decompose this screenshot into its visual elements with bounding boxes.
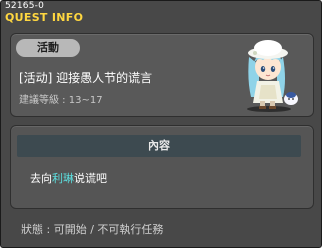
quest-name: [活动] 迎接愚人节的谎言 [19,71,153,85]
desc-prefix: 去向 [30,172,52,185]
quest-id: 52165-0 [5,1,45,11]
quest-info-window: 52165-0 QUEST INFO 活動 [活动] 迎接愚人节的谎言 建議等級… [0,0,322,248]
npc-portrait [239,35,303,113]
event-tag: 活動 [16,39,80,57]
content-heading: 內容 [17,135,301,157]
recommended-level: 建議等級 : 13~17 [19,95,103,106]
quest-status: 狀態 : 可開始 / 不可執行任務 [21,223,164,236]
window-title: QUEST INFO [5,11,84,24]
quest-description: 去向利琳说谎吧 [30,170,107,186]
npc-name-link[interactable]: 利琳 [52,172,74,185]
titlebar[interactable]: 52165-0 QUEST INFO [1,1,321,27]
desc-suffix: 说谎吧 [74,172,107,185]
